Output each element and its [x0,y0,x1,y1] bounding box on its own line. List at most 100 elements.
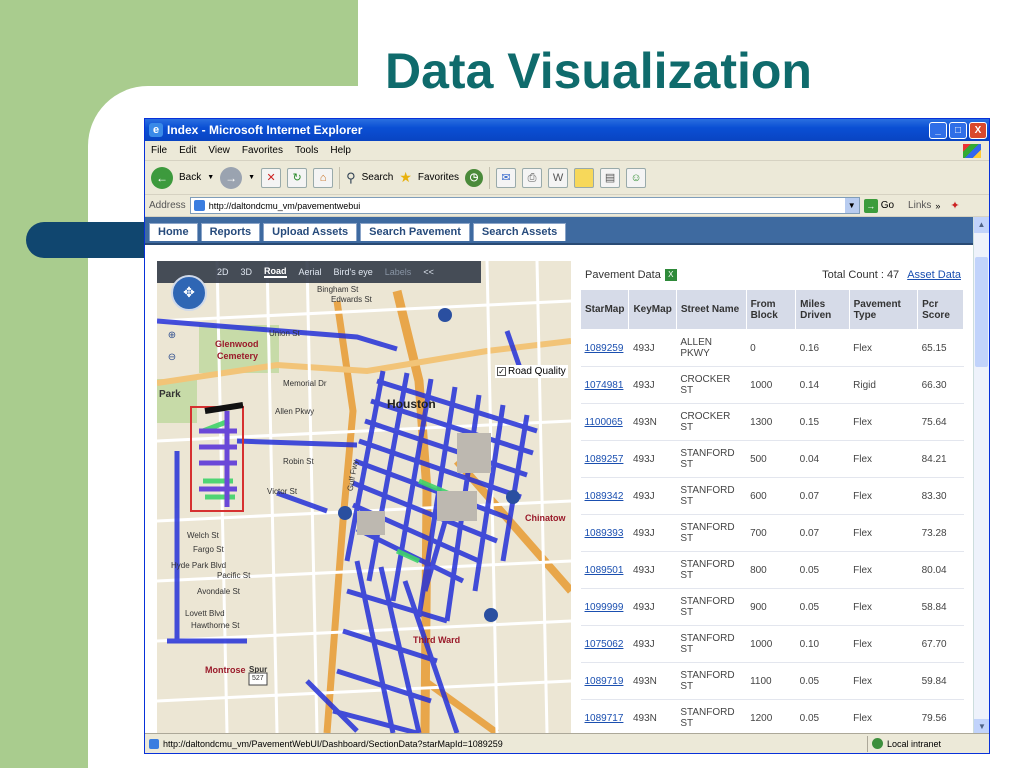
search-button-label[interactable]: Search [362,172,394,183]
table-cell: Flex [849,588,918,626]
table-cell: CROCKER ST [676,403,747,441]
menu-help[interactable]: Help [330,145,351,156]
forward-arrow-icon[interactable]: → [220,166,243,189]
table-body: 1089259 493J ALLEN PKWY 0 0.16 Flex 65.15 10749… [580,329,964,733]
forward-dropdown-icon[interactable]: ▼ [248,174,255,181]
map-mode-road[interactable]: Road [264,266,287,278]
table-cell: Flex [849,699,918,733]
table-row[interactable]: 1089719 493N STANFORD ST 1100 0.05 Flex 59.84 [580,662,964,700]
map-mode-birdseye[interactable]: Bird's eye [334,267,373,277]
starmap-link[interactable]: 1089393 [580,514,629,552]
checkbox-checked-icon[interactable]: ✓ [497,367,506,376]
extension-icon[interactable]: ✦ [950,199,959,212]
table-cell: 0.10 [795,625,850,663]
edit-icon[interactable]: W [548,167,569,188]
table-cell: 0.07 [795,477,850,515]
back-button-label[interactable]: Back [179,172,201,183]
favorites-star-icon[interactable]: ★ [399,169,412,186]
column-header[interactable]: StarMap [579,289,630,330]
map-mode-3d[interactable]: 3D [241,267,253,277]
starmap-link[interactable]: 1089719 [580,662,629,700]
toolbar-separator [489,166,491,189]
column-header[interactable]: Street Name [675,289,747,330]
column-header[interactable]: Miles Driven [795,289,850,330]
starmap-link[interactable]: 1089717 [580,699,629,733]
address-input[interactable]: http://daltondcmu_vm/pavementwebui ▼ [189,197,860,214]
table-cell: 493J [628,477,677,515]
table-cell: 0.05 [795,551,850,589]
favorites-button-label[interactable]: Favorites [418,172,459,183]
links-chevron-icon[interactable]: » [935,201,940,211]
notes-icon[interactable] [574,167,595,188]
table-row[interactable]: 1100065 493N CROCKER ST 1300 0.15 Flex 75.64 [580,403,964,441]
road-quality-toggle[interactable]: ✓ Road Quality [495,365,568,378]
starmap-link[interactable]: 1089259 [580,329,629,367]
table-row[interactable]: 1089259 493J ALLEN PKWY 0 0.16 Flex 65.15 [580,329,964,367]
table-row[interactable]: 1099999 493J STANFORD ST 900 0.05 Flex 58.84 [580,588,964,626]
menu-tools[interactable]: Tools [295,145,318,156]
table-cell: 75.64 [917,403,964,441]
excel-export-icon[interactable]: X [664,269,677,281]
map-mode-aerial[interactable]: Aerial [299,267,322,277]
minimize-button[interactable]: _ [929,121,947,139]
starmap-link[interactable]: 1074981 [580,366,629,404]
messenger-icon[interactable]: ☺ [626,167,647,188]
tab-search-pavement[interactable]: Search Pavement [360,223,470,241]
research-icon[interactable]: ▤ [600,167,621,188]
zoom-in-icon[interactable]: ⊕ [165,329,179,343]
table-row[interactable]: 1089717 493N STANFORD ST 1200 0.05 Flex 79.56 [580,699,964,733]
zoom-out-icon[interactable]: ⊖ [165,351,179,365]
close-button[interactable]: X [969,121,987,139]
address-dropdown-icon[interactable]: ▼ [844,198,859,213]
menu-view[interactable]: View [208,145,230,156]
map-pan-control-icon[interactable]: ✥ [171,275,207,311]
table-row[interactable]: 1089342 493J STANFORD ST 600 0.07 Flex 83.30 [580,477,964,515]
back-arrow-icon[interactable]: ← [151,166,173,189]
table-row[interactable]: 1089393 493J STANFORD ST 700 0.07 Flex 73.28 [580,514,964,552]
print-icon[interactable]: ⎙ [522,167,543,188]
starmap-link[interactable]: 1089257 [580,440,629,478]
maximize-button[interactable]: □ [949,121,967,139]
scroll-up-icon[interactable]: ▲ [974,217,989,233]
links-button[interactable]: Links [908,200,931,211]
history-icon[interactable]: ◷ [465,168,484,187]
starmap-link[interactable]: 1089342 [580,477,629,515]
tab-search-assets[interactable]: Search Assets [472,223,567,241]
column-header[interactable]: From Block [745,289,797,330]
refresh-icon[interactable]: ↻ [287,167,308,188]
table-row[interactable]: 1074981 493J CROCKER ST 1000 0.14 Rigid 66.30 [580,366,964,404]
menu-favorites[interactable]: Favorites [242,145,283,156]
table-cell: 59.84 [917,662,964,700]
back-dropdown-icon[interactable]: ▼ [207,174,214,181]
map-mode-labels[interactable]: Labels [385,267,412,277]
stop-icon[interactable]: ✕ [261,167,282,188]
road-map[interactable]: 2D 3D Road Aerial Bird's eye Labels << ✥… [157,261,571,733]
mail-icon[interactable]: ✉ [496,167,517,188]
search-icon[interactable]: ⚲ [346,170,356,186]
vertical-scrollbar[interactable]: ▲ ▼ [973,217,989,735]
windows-flag-icon [963,143,981,158]
table-row[interactable]: 1089257 493J STANFORD ST 500 0.04 Flex 84.21 [580,440,964,478]
starmap-link[interactable]: 1099999 [580,588,629,626]
menu-edit[interactable]: Edit [179,145,196,156]
tab-home[interactable]: Home [149,223,198,241]
tab-upload-assets[interactable]: Upload Assets [263,223,358,241]
address-url: http://daltondcmu_vm/pavementwebui [208,200,361,211]
starmap-link[interactable]: 1089501 [580,551,629,589]
table-row[interactable]: 1089501 493J STANFORD ST 800 0.05 Flex 80.04 [580,551,964,589]
starmap-link[interactable]: 1075062 [580,625,629,663]
column-header[interactable]: Pavement Type [848,289,919,330]
tab-reports[interactable]: Reports [200,223,261,241]
menu-file[interactable]: File [151,145,167,156]
starmap-link[interactable]: 1100065 [580,403,629,441]
asset-data-link[interactable]: Asset Data [907,269,961,281]
table-row[interactable]: 1075062 493J STANFORD ST 1000 0.10 Flex 67.70 [580,625,964,663]
home-icon[interactable]: ⌂ [313,167,334,188]
map-label-allen: Allen Pkwy [275,407,315,416]
column-header[interactable]: Pcr Score [917,289,964,330]
scroll-thumb[interactable] [975,257,988,367]
go-button[interactable]: → Go [863,198,894,213]
column-header[interactable]: KeyMap [628,289,677,330]
map-mode-2d[interactable]: 2D [217,267,229,277]
map-collapse-button[interactable]: << [423,267,434,277]
